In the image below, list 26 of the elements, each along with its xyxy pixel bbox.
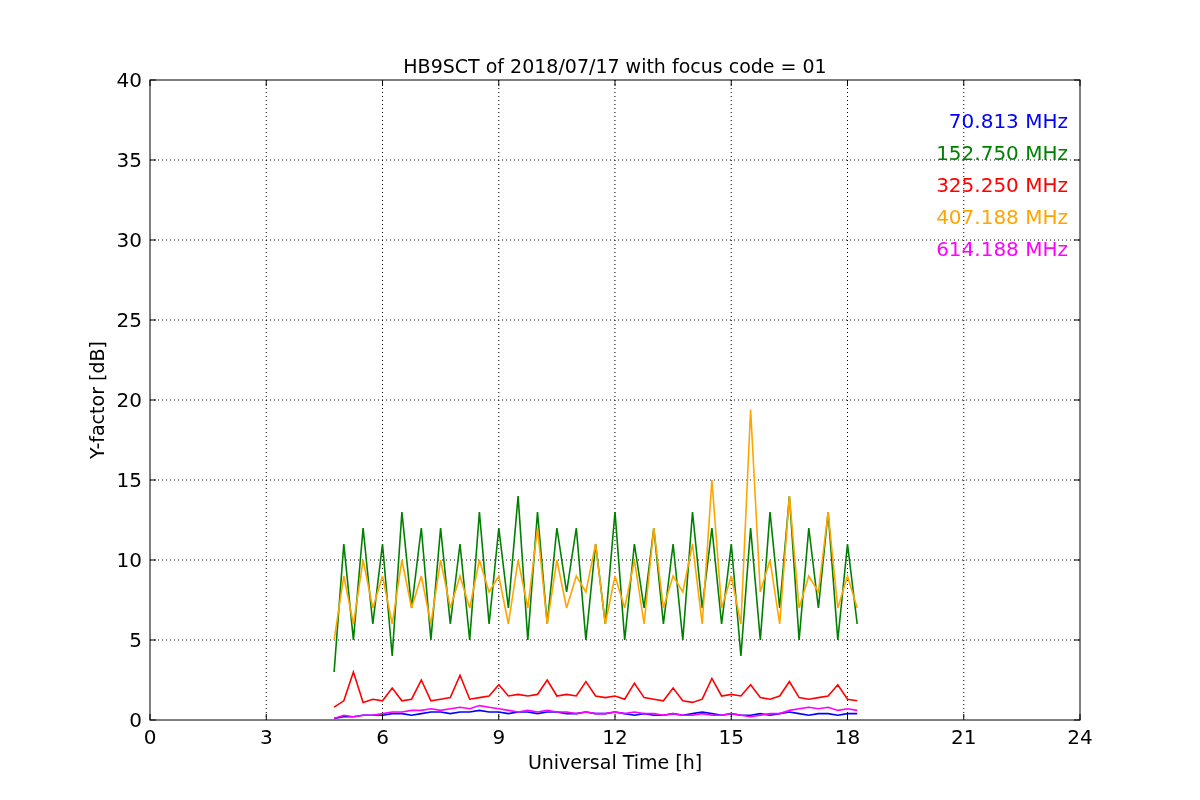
x-tick-label: 21 xyxy=(951,725,977,749)
legend-label: 407.188 MHz xyxy=(936,205,1068,229)
y-tick-label: 10 xyxy=(116,548,142,572)
x-axis-label: Universal Time [h] xyxy=(527,751,703,773)
legend-label: 70.813 MHz xyxy=(948,109,1068,133)
y-tick-label: 25 xyxy=(116,308,142,332)
legend-label: 152.750 MHz xyxy=(936,141,1068,165)
x-tick-label: 18 xyxy=(834,725,861,749)
legend-label: 614.188 MHz xyxy=(936,237,1068,261)
y-tick-label: 0 xyxy=(129,708,142,732)
legend-label: 325.250 MHz xyxy=(936,173,1068,197)
x-tick-label: 9 xyxy=(492,725,506,749)
y-tick-label: 40 xyxy=(116,68,142,92)
y-tick-label: 5 xyxy=(129,628,142,652)
x-tick-label: 3 xyxy=(259,725,273,749)
chart-title: HB9SCT of 2018/07/17 with focus code = 01 xyxy=(403,55,827,77)
y-tick-label: 15 xyxy=(116,468,142,492)
x-tick-label: 6 xyxy=(376,725,389,749)
x-tick-label: 0 xyxy=(143,725,157,749)
x-tick-label: 12 xyxy=(602,725,628,749)
x-tick-label: 15 xyxy=(718,725,744,749)
x-tick-label: 24 xyxy=(1067,725,1093,749)
y-tick-label: 20 xyxy=(116,388,142,412)
y-tick-label: 30 xyxy=(116,228,142,252)
y-tick-label: 35 xyxy=(116,148,142,172)
y-axis-label: Y-factor [dB] xyxy=(86,341,108,459)
